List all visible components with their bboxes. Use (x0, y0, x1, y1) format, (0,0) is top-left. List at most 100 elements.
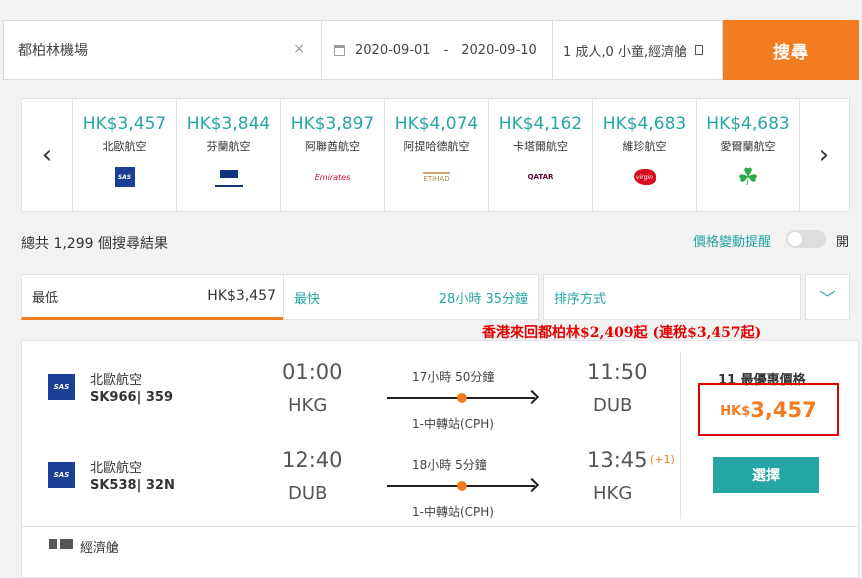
toggle-knob (788, 232, 802, 246)
arrival-airport: DUB (593, 395, 633, 416)
departure-airport: DUB (288, 483, 328, 504)
cabin-class: 經濟艙 (80, 541, 120, 556)
etihad-logo-icon: ETIHAD (423, 165, 450, 189)
leg-flight-number: SK966| 359 (90, 390, 173, 405)
leg-flight-number: SK538| 32N (90, 478, 175, 493)
logo-text: ETIHAD (423, 171, 450, 183)
fare-price: HK$ 3,457 (698, 383, 839, 436)
promo-annotation: 香港來回都柏林$2,409起 (連稅$3,457起) (482, 325, 762, 341)
date-range-input[interactable]: 2020-09-01 - 2020-09-10 (322, 20, 553, 80)
logo-text: QATAR (527, 173, 554, 181)
airline-list: HK$3,457 北歐航空 SAS HK$3,844 芬蘭航空 HK$3,897… (72, 99, 800, 211)
airline-name: 卡塔爾航空 (513, 140, 568, 153)
airline-price: HK$4,683 (602, 114, 687, 134)
stop-dot-icon (457, 481, 467, 491)
airline-filter-finnair[interactable]: HK$3,844 芬蘭航空 (176, 99, 280, 211)
tab-value: HK$3,457 (207, 288, 276, 304)
airline-price: HK$4,683 (706, 114, 790, 134)
calendar-icon (334, 44, 345, 56)
airline-price: HK$3,457 (82, 114, 167, 134)
outbound-leg: SAS 北歐航空 SK966| 359 01:00 HKG 17小時 50分鐘 … (22, 353, 680, 441)
card-divider (680, 351, 681, 519)
tab-value: 28小時 35分鐘 (438, 291, 528, 307)
search-bar: 都柏林機場 × 2020-09-01 - 2020-09-10 1 成人,0 小… (3, 20, 859, 80)
price-amount: 3,457 (750, 397, 817, 422)
results-count: 總共 1,299 個搜尋結果 (21, 236, 168, 252)
tab-cheapest[interactable]: 最低 HK$3,457 (21, 274, 287, 320)
sas-logo-icon: SAS (48, 462, 75, 488)
clear-icon[interactable]: × (293, 41, 305, 57)
search-button[interactable]: 搜尋 (723, 20, 859, 80)
airline-price: HK$4,074 (394, 114, 479, 134)
dropdown-icon (695, 45, 704, 55)
leg-duration: 17小時 50分鐘 (412, 370, 495, 384)
emirates-logo-icon: Emirates (315, 165, 351, 189)
price-currency: HK$ (720, 404, 751, 419)
airline-filter-virgin[interactable]: HK$4,683 維珍航空 virgin (592, 99, 696, 211)
airline-name: 芬蘭航空 (206, 140, 251, 153)
logo-text: SAS (114, 167, 135, 187)
destination-value: 都柏林機場 (18, 43, 88, 59)
logo-text: Emirates (314, 172, 351, 182)
sas-logo-icon: SAS (48, 374, 75, 400)
airline-price: HK$3,897 (290, 114, 375, 134)
departure-time: 12:40 (282, 448, 343, 472)
airline-name: 阿聯酋航空 (305, 140, 360, 153)
tab-label: 最快 (294, 291, 321, 307)
airline-filter-aer-lingus[interactable]: HK$4,683 愛爾蘭航空 ☘ (696, 99, 800, 211)
departure-airport: HKG (288, 395, 328, 416)
arrival-time: 13:45 (587, 448, 648, 472)
finnair-mark (214, 167, 243, 187)
tab-fastest[interactable]: 最快 28小時 35分鐘 (283, 274, 539, 320)
logo-text: ☘ (737, 163, 759, 191)
airline-name: 阿提哈德航空 (403, 140, 470, 153)
date-from: 2020-09-01 (355, 42, 431, 58)
day-offset-badge: (+1) (650, 453, 675, 466)
carousel-next-icon[interactable]: › (799, 99, 849, 211)
logo-text: virgin (633, 169, 656, 185)
sort-by-dropdown[interactable]: 排序方式 (543, 274, 801, 320)
date-separator: - (443, 42, 449, 58)
airline-name: 維珍航空 (622, 140, 667, 153)
leg-airline: 北歐航空 (90, 373, 143, 388)
cabin-seat-icon (49, 539, 73, 549)
qatar-logo-icon: QATAR (528, 165, 554, 189)
select-button[interactable]: 選擇 (713, 457, 819, 493)
destination-input[interactable]: 都柏林機場 × (3, 20, 322, 80)
passenger-selector[interactable]: 1 成人,0 小童,經濟艙 (553, 20, 723, 80)
stop-dot-icon (457, 393, 467, 403)
finnair-logo-icon (214, 165, 243, 189)
arrival-time: 11:50 (587, 360, 648, 384)
airline-name: 北歐航空 (102, 140, 147, 153)
return-leg: SAS 北歐航空 SK538| 32N 12:40 DUB 18小時 5分鐘 1… (22, 441, 680, 529)
airline-price: HK$3,844 (186, 114, 271, 134)
price-alert-link[interactable]: 價格變動提醒 (693, 231, 771, 250)
airline-filter-sas[interactable]: HK$3,457 北歐航空 SAS (72, 99, 176, 211)
tab-label: 最低 (32, 290, 59, 306)
sort-bar: 最低 HK$3,457 最快 28小時 35分鐘 排序方式 ﹀ (21, 274, 850, 320)
departure-time: 01:00 (282, 360, 343, 384)
leg-duration: 18小時 5分鐘 (412, 458, 487, 472)
price-alert-toggle[interactable] (786, 230, 826, 248)
flight-result-card: SAS 北歐航空 SK966| 359 01:00 HKG 17小時 50分鐘 … (21, 340, 859, 578)
airline-price: HK$4,162 (498, 114, 583, 134)
virgin-logo-icon: virgin (633, 165, 656, 189)
airline-filter-etihad[interactable]: HK$4,074 阿提哈德航空 ETIHAD (384, 99, 488, 211)
airline-filter-qatar[interactable]: HK$4,162 卡塔爾航空 QATAR (488, 99, 592, 211)
card-footer-divider (22, 526, 858, 527)
passenger-value: 1 成人,0 小童,經濟艙 (563, 44, 688, 60)
leg-airline: 北歐航空 (90, 461, 143, 476)
leg-stops: 1-中轉站(CPH) (412, 505, 494, 519)
airline-carousel: ‹ HK$3,457 北歐航空 SAS HK$3,844 芬蘭航空 HK$3,8… (21, 98, 850, 212)
airline-filter-emirates[interactable]: HK$3,897 阿聯酋航空 Emirates (280, 99, 384, 211)
arrival-airport: HKG (593, 483, 633, 504)
leg-stops: 1-中轉站(CPH) (412, 417, 494, 431)
toggle-label: 開 (836, 235, 850, 250)
sas-logo-icon: SAS (114, 165, 135, 189)
carousel-prev-icon[interactable]: ‹ (22, 99, 72, 211)
chevron-down-icon[interactable]: ﹀ (805, 274, 850, 320)
shamrock-logo-icon: ☘ (737, 165, 759, 189)
tab-label: 排序方式 (554, 291, 607, 307)
airline-name: 愛爾蘭航空 (720, 140, 776, 153)
date-to: 2020-09-10 (461, 42, 537, 58)
